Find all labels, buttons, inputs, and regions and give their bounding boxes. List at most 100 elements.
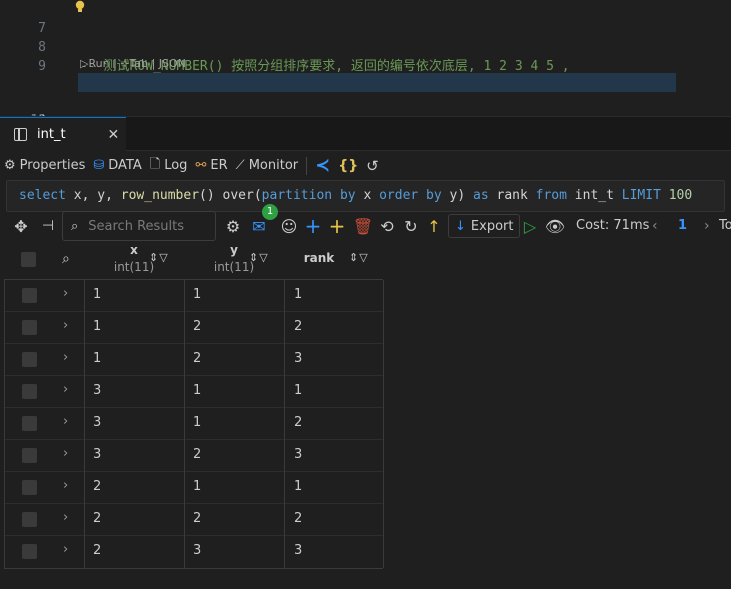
add-row-icon[interactable]: + (302, 214, 324, 238)
tab-int-t[interactable]: int_t ✕ (0, 117, 126, 151)
table-row[interactable]: › 3 1 2 (5, 408, 384, 440)
table-cell[interactable]: 2 (294, 319, 302, 334)
table-row[interactable]: › 2 3 3 (5, 536, 384, 568)
codelens-actions[interactable]: ▷Run | ⊹Tab | JSON (80, 57, 186, 70)
code-editor[interactable]: 7 8 -- 测试ROW_NUMBER() 按照分组排序要求, 返回的编号依次底… (0, 0, 731, 166)
table-cell[interactable]: 2 (193, 319, 201, 334)
column-header-y[interactable]: y int(11) (184, 241, 284, 279)
table-cell[interactable]: 2 (294, 511, 302, 526)
arrow-up-icon[interactable]: ↑ (424, 214, 444, 238)
table-row[interactable]: › 2 1 1 (5, 472, 384, 504)
table-cell[interactable]: 1 (193, 383, 201, 398)
chevron-right-icon[interactable]: › (63, 318, 68, 333)
move-icon[interactable]: ✥ (10, 214, 32, 238)
table-cell[interactable]: 1 (294, 479, 302, 494)
table-cell[interactable]: 3 (93, 415, 101, 430)
search-icon[interactable]: ⌕ (62, 251, 70, 267)
run-icon[interactable]: ▷ (519, 214, 541, 238)
cell-divider (284, 408, 285, 440)
table-row[interactable]: › 1 2 3 (5, 344, 384, 376)
table-cell[interactable]: 1 (294, 383, 302, 398)
table-cell[interactable]: 3 (93, 447, 101, 462)
row-checkbox[interactable] (22, 416, 37, 431)
insert-icon[interactable]: + (326, 214, 348, 238)
table-cell[interactable]: 2 (93, 511, 101, 526)
table-cell[interactable]: 3 (294, 351, 302, 366)
table-cell[interactable]: 3 (93, 383, 101, 398)
chevron-right-icon[interactable]: › (63, 478, 68, 493)
table-cell[interactable]: 1 (93, 319, 101, 334)
page-number[interactable]: 1 (678, 214, 687, 238)
table-cell[interactable]: 3 (294, 543, 302, 558)
column-header-x[interactable]: x int(11) (84, 241, 184, 279)
table-cell[interactable]: 1 (93, 351, 101, 366)
tab-data[interactable]: ⛁ DATA (89, 152, 145, 179)
table-cell[interactable]: 2 (93, 479, 101, 494)
table-cell[interactable]: 2 (193, 351, 201, 366)
sort-filter-icon[interactable]: ⇕▽ (249, 251, 269, 264)
table-row[interactable]: › 1 2 2 (5, 312, 384, 344)
trash-icon[interactable]: 🗑 (352, 214, 374, 238)
table-cell[interactable]: 2 (193, 447, 201, 462)
sort-filter-icon[interactable]: ⇕▽ (149, 251, 169, 264)
chevron-right-icon[interactable]: › (63, 414, 68, 429)
table-row[interactable]: › 3 2 3 (5, 440, 384, 472)
table-cell[interactable]: 3 (193, 543, 201, 558)
reload-icon[interactable]: ↻ (400, 214, 422, 238)
search-input[interactable] (88, 218, 209, 234)
table-row[interactable]: › 3 1 1 (5, 376, 384, 408)
chevron-right-icon[interactable]: › (63, 446, 68, 461)
chevron-right-icon[interactable]: › (63, 350, 68, 365)
tab-log[interactable]: 🗋 Log (146, 152, 192, 179)
row-checkbox[interactable] (22, 384, 37, 399)
table-cell[interactable]: 1 (93, 287, 101, 302)
vscode-icon[interactable]: ≺ (315, 155, 330, 176)
sort-filter-icon[interactable]: ⇕▽ (349, 251, 369, 264)
chevron-right-icon[interactable]: › (63, 382, 68, 397)
table-cell[interactable]: 2 (93, 543, 101, 558)
table-cell[interactable]: 2 (193, 511, 201, 526)
table-cell[interactable]: 1 (193, 479, 201, 494)
row-checkbox[interactable] (22, 544, 37, 559)
tab-properties[interactable]: ⚙ Properties (0, 152, 89, 179)
braces-icon[interactable]: {} (338, 158, 358, 174)
table-row[interactable]: › 2 2 2 (5, 504, 384, 536)
code-token: int_t (574, 188, 622, 203)
history-icon[interactable]: ↺ (366, 157, 379, 175)
editor-line[interactable]: 11 (0, 92, 731, 128)
gear-icon[interactable]: ⚙ (222, 214, 244, 238)
editor-line[interactable]: 9 -- 不会有重复值, 也不会有空缺值, 就是连续递增的整数, 从1 开始 (0, 38, 731, 93)
sql-query-bar[interactable]: select x, y, row_number() over(partition… (6, 180, 725, 212)
export-button[interactable]: ↓ Export (448, 214, 521, 238)
row-checkbox[interactable] (22, 480, 37, 495)
search-box[interactable]: ⌕ (62, 211, 216, 241)
row-checkbox[interactable] (22, 288, 37, 303)
table-cell[interactable]: 1 (294, 287, 302, 302)
select-all-checkbox[interactable] (21, 252, 36, 267)
table-cell[interactable]: 1 (193, 287, 201, 302)
pin-icon[interactable]: ⊣ (38, 214, 58, 238)
chevron-left-icon[interactable]: ‹ (652, 214, 658, 238)
editor-line-active[interactable]: 10 select x, y, row_number() over(partit… (0, 73, 731, 166)
chevron-right-icon[interactable]: › (63, 510, 68, 525)
tab-er[interactable]: ⚯ ER (191, 152, 231, 179)
row-checkbox[interactable] (22, 512, 37, 527)
chevron-right-icon[interactable]: › (63, 542, 68, 557)
table-cell[interactable]: 2 (294, 415, 302, 430)
editor-line[interactable]: 7 (0, 0, 731, 36)
row-checkbox[interactable] (22, 320, 37, 335)
chevron-right-icon[interactable]: › (63, 286, 68, 301)
user-icon[interactable]: ☺ (278, 214, 300, 238)
tab-monitor[interactable]: ⟋ Monitor (232, 152, 303, 179)
table-cell[interactable]: 1 (193, 415, 201, 430)
column-header-rank[interactable]: rank (284, 241, 354, 279)
table-cell[interactable]: 3 (294, 447, 302, 462)
row-checkbox[interactable] (22, 352, 37, 367)
close-icon[interactable]: ✕ (108, 127, 120, 143)
row-checkbox[interactable] (22, 448, 37, 463)
editor-line[interactable]: 8 -- 测试ROW_NUMBER() 按照分组排序要求, 返回的编号依次底层,… (0, 19, 731, 74)
refresh-icon[interactable]: ⟲ (376, 214, 398, 238)
chevron-right-icon[interactable]: › (704, 214, 710, 238)
table-row[interactable]: › 1 1 1 (5, 280, 384, 312)
eye-icon[interactable]: 👁 (543, 214, 567, 238)
